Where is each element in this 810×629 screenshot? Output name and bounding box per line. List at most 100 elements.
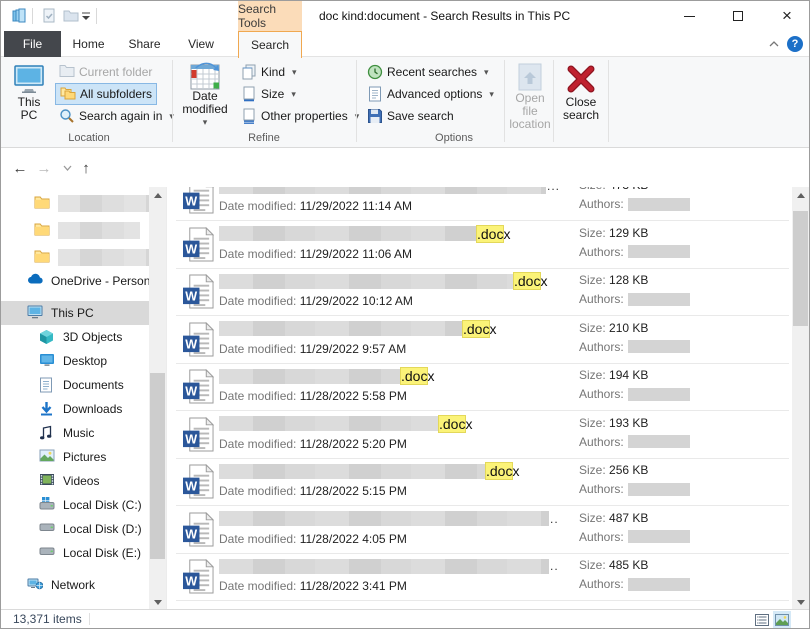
file-row[interactable]: W .docx Date modified: 11/29/2022 11:06 … — [176, 221, 792, 269]
save-search-button[interactable]: Save search — [363, 105, 458, 127]
videos-icon — [39, 473, 55, 489]
sidebar-item-3d-objects[interactable]: 3D Objects — [1, 325, 149, 349]
file-row[interactable]: W .. Date modified: 11/28/2022 4:05 PM S… — [176, 506, 792, 554]
sidebar-item-label: Music — [63, 426, 94, 440]
file-row[interactable]: W .docx Date modified: 11/28/2022 5:20 P… — [176, 411, 792, 459]
sidebar-item-label: Documents — [63, 378, 124, 392]
sidebar-item-music[interactable]: Music — [1, 421, 149, 445]
close-window-button[interactable]: × — [763, 1, 810, 31]
group-divider — [553, 60, 554, 142]
search-tools-contextual-tab: Search Tools — [238, 1, 302, 31]
sidebar-item-this-pc[interactable]: This PC — [1, 301, 149, 325]
tab-view[interactable]: View — [173, 31, 229, 57]
tab-home[interactable]: Home — [61, 31, 116, 57]
tab-share[interactable]: Share — [116, 31, 173, 57]
downloads-icon — [39, 401, 55, 417]
sidebar-folder-redacted[interactable] — [1, 191, 149, 215]
onedrive-icon — [27, 273, 43, 289]
this-pc-button[interactable]: This PC — [7, 59, 51, 129]
svg-text:W: W — [185, 527, 197, 541]
sidebar-item-documents[interactable]: Documents — [1, 373, 149, 397]
sidebar-item-videos[interactable]: Videos — [1, 469, 149, 493]
search-again-in-button[interactable]: Search again in — [55, 105, 178, 127]
subfolders-icon — [60, 86, 76, 102]
collapse-ribbon-icon[interactable] — [766, 36, 782, 52]
title-bar: Search Tools doc kind:document - Search … — [1, 1, 809, 31]
authors-redacted — [628, 483, 690, 496]
sidebar-item-local-disk-e[interactable]: Local Disk (E:) — [1, 541, 149, 565]
search-hit-highlight: .doc — [477, 226, 503, 242]
minimize-button[interactable] — [665, 1, 713, 31]
customize-quick-access-icon[interactable] — [79, 6, 93, 26]
size-button[interactable]: Size — [237, 83, 300, 105]
sidebar-item-pictures[interactable]: Pictures — [1, 445, 149, 469]
sidebar-folder-redacted[interactable] — [1, 218, 149, 242]
scrollbar-thumb[interactable] — [793, 211, 808, 326]
details-view-icon[interactable] — [753, 611, 771, 628]
kind-button[interactable]: Kind — [237, 61, 301, 83]
size-label: Size — [261, 87, 284, 101]
maximize-button[interactable] — [714, 1, 762, 31]
file-extension: .docx — [514, 273, 547, 289]
file-list-scrollbar[interactable] — [792, 187, 809, 611]
size-label: Size: — [579, 511, 606, 525]
recent-searches-icon — [367, 64, 383, 80]
sidebar-item-onedrive-person[interactable]: OneDrive - Person — [1, 269, 149, 293]
tab-search[interactable]: Search — [238, 31, 302, 58]
extension-tail: x — [465, 416, 472, 432]
sidebar-item-desktop[interactable]: Desktop — [1, 349, 149, 373]
date-modified-value: 11/28/2022 3:41 PM — [300, 579, 407, 593]
other-properties-button[interactable]: Other properties — [237, 105, 363, 127]
calendar-icon — [189, 62, 221, 90]
navigation-pane: OneDrive - Person This PC 3D Objects Des… — [1, 187, 166, 611]
sidebar-item-downloads[interactable]: Downloads — [1, 397, 149, 421]
scroll-up-icon[interactable] — [149, 187, 166, 204]
sidebar-item-label: Local Disk (D:) — [63, 522, 142, 536]
scrollbar-thumb[interactable] — [150, 373, 165, 559]
sidebar-item-network[interactable]: Network — [1, 573, 149, 597]
close-search-button[interactable]: Close search — [556, 59, 606, 129]
scroll-up-icon[interactable] — [792, 187, 809, 204]
back-icon[interactable]: ← — [9, 155, 31, 181]
file-row[interactable]: W .docx Date modified: 11/29/2022 10:12 … — [176, 268, 792, 316]
redacted-label — [58, 195, 149, 212]
large-icons-view-icon[interactable] — [773, 611, 791, 628]
new-folder-icon[interactable] — [61, 6, 81, 26]
word-document-icon: W — [183, 464, 214, 499]
sidebar-item-local-disk-c[interactable]: Local Disk (C:) — [1, 493, 149, 517]
tab-file[interactable]: File — [4, 31, 61, 57]
advanced-options-button[interactable]: Advanced options — [363, 83, 498, 105]
advanced-options-label: Advanced options — [387, 87, 482, 101]
computer-icon — [13, 62, 45, 96]
sidebar-folder-redacted[interactable] — [1, 245, 149, 269]
authors-label: Authors: — [579, 387, 624, 401]
options-group-label: Options — [386, 132, 522, 146]
date-modified-label: Date modified: — [219, 579, 296, 593]
all-subfolders-button[interactable]: All subfolders — [55, 83, 157, 105]
file-row[interactable]: W .docx Date modified: 11/28/2022 5:15 P… — [176, 458, 792, 506]
file-row[interactable]: W .docx Date modified: 11/28/2022 5:58 P… — [176, 363, 792, 411]
word-document-icon: W — [183, 417, 214, 452]
file-row[interactable]: W .docx Date modified: 11/29/2022 9:57 A… — [176, 316, 792, 364]
group-divider — [608, 60, 609, 142]
file-row[interactable]: W .. Date modified: 11/28/2022 3:41 PM S… — [176, 553, 792, 601]
sidebar-scrollbar[interactable] — [149, 187, 166, 611]
authors-label: Authors: — [579, 530, 624, 544]
file-extension: .docx — [486, 463, 519, 479]
file-row[interactable]: W ... Date modified: 11/29/2022 11:14 AM… — [176, 187, 792, 221]
authors-redacted — [628, 578, 690, 591]
up-icon[interactable]: ↑ — [75, 155, 97, 181]
date-modified-value: 11/29/2022 11:14 AM — [300, 199, 412, 213]
date-modified-button[interactable]: Date modified — [177, 59, 233, 129]
properties-icon[interactable] — [39, 6, 59, 26]
item-count: 13,371 items — [13, 610, 82, 628]
thispc-icon — [27, 305, 43, 321]
recent-searches-button[interactable]: Recent searches — [363, 61, 493, 83]
search-hit-highlight: .doc — [514, 273, 540, 289]
size-value: 485 KB — [609, 558, 648, 572]
date-modified-label: Date modified: — [219, 389, 296, 403]
sidebar-item-local-disk-d[interactable]: Local Disk (D:) — [1, 517, 149, 541]
sidebar-item-label: 3D Objects — [63, 330, 122, 344]
sidebar-item-label: Videos — [63, 474, 99, 488]
help-icon[interactable]: ? — [787, 36, 803, 52]
